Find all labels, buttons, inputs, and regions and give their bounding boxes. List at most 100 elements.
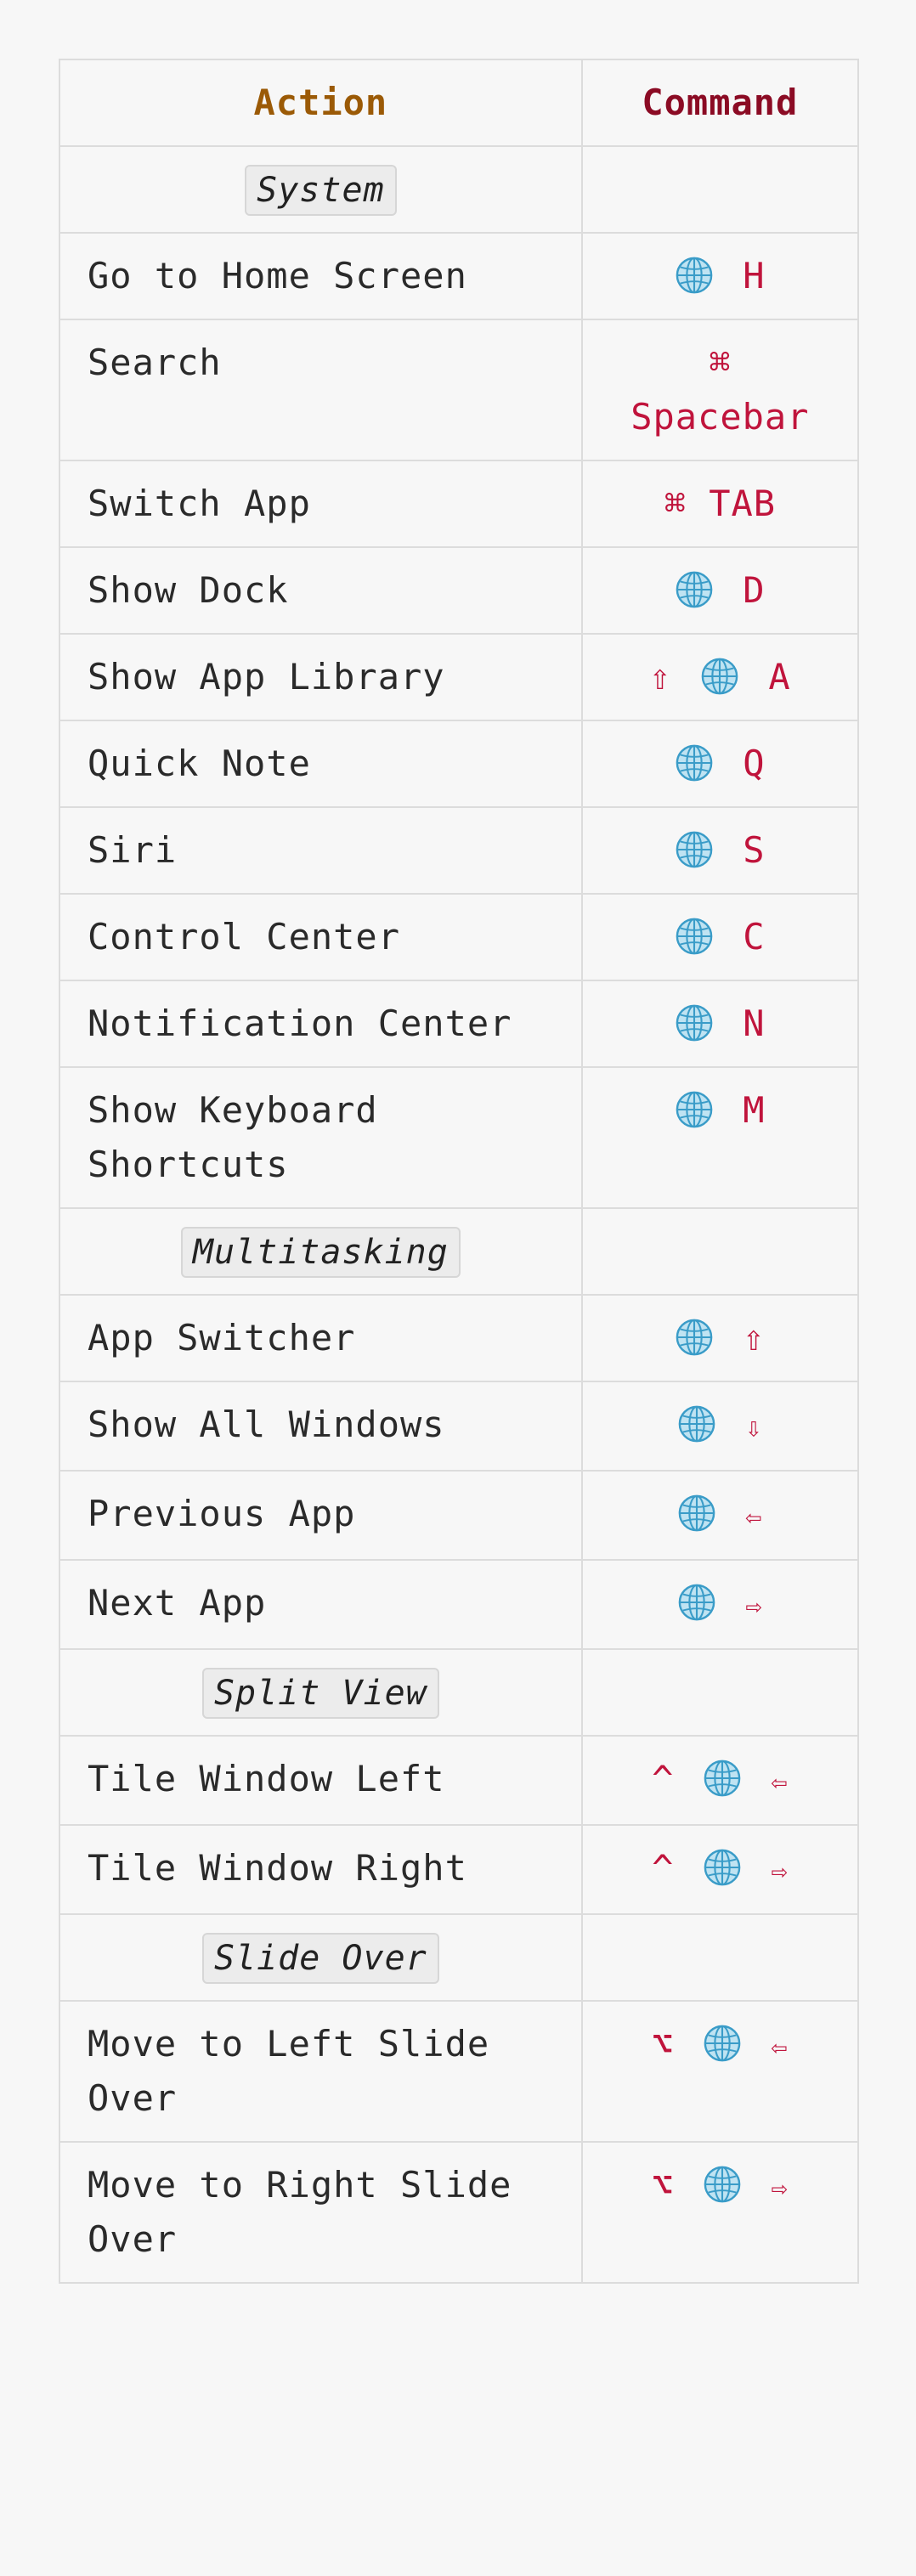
key-label: N — [743, 1003, 766, 1044]
table-row: Siri S — [60, 808, 859, 895]
action-cell: Go to Home Screen — [60, 234, 583, 319]
action-cell: Show App Library — [60, 635, 583, 720]
action-cell: Show Keyboard Shortcuts — [60, 1068, 583, 1207]
table-row: Show Keyboard Shortcuts M — [60, 1068, 859, 1209]
key-label: ^ — [652, 1847, 675, 1889]
command-cell: ⇧ — [583, 1296, 859, 1381]
globe-icon — [675, 1318, 714, 1357]
globe-icon — [675, 830, 714, 869]
table-header-row: Action Command — [60, 60, 859, 147]
section-row: Slide Over — [60, 1915, 859, 2002]
command-cell: Q — [583, 721, 859, 806]
command-cell: ⌘ TAB — [583, 461, 859, 546]
table-row: Switch App ⌘ TAB — [60, 461, 859, 548]
command-cell: C — [583, 895, 859, 980]
table-row: Quick Note Q — [60, 721, 859, 808]
action-cell: Move to Left Slide Over — [60, 2002, 583, 2141]
globe-icon — [675, 1003, 714, 1042]
table-row: Next App ⇨ — [60, 1561, 859, 1650]
command-cell: ⌘ Spacebar — [583, 320, 859, 460]
command-cell: S — [583, 808, 859, 893]
key-label: ⇨ — [771, 2172, 789, 2204]
table-row: Notification Center N — [60, 981, 859, 1068]
action-cell: Notification Center — [60, 981, 583, 1066]
command-cell: ^ ⇦ — [583, 1737, 859, 1824]
action-cell: Quick Note — [60, 721, 583, 806]
table-row: Previous App ⇦ — [60, 1472, 859, 1561]
action-cell: Tile Window Left — [60, 1737, 583, 1824]
key-label: H — [743, 255, 766, 297]
action-column-header: Action — [60, 60, 583, 145]
command-cell: ⇨ — [583, 1561, 859, 1648]
key-label: ⌥ — [652, 2023, 675, 2065]
command-cell: ⇩ — [583, 1382, 859, 1470]
section-label: Split View — [201, 1668, 439, 1719]
table-row: Show Dock D — [60, 548, 859, 635]
action-cell: Next App — [60, 1561, 583, 1648]
command-cell: N — [583, 981, 859, 1066]
globe-icon — [675, 570, 714, 609]
key-label: C — [743, 916, 766, 958]
key-label: ⌘ TAB — [664, 483, 777, 524]
key-label: S — [743, 829, 766, 871]
command-cell: D — [583, 548, 859, 633]
globe-icon — [675, 256, 714, 295]
section-row: System — [60, 147, 859, 234]
section-cell: Multitasking — [60, 1209, 583, 1294]
section-label: Multitasking — [180, 1227, 461, 1278]
section-row: Split View — [60, 1650, 859, 1737]
section-command-cell — [583, 1650, 859, 1735]
key-label: ⇦ — [771, 2031, 789, 2063]
globe-icon — [677, 1404, 716, 1443]
action-cell: Move to Right Slide Over — [60, 2143, 583, 2282]
key-label: ^ — [652, 1758, 675, 1799]
globe-icon — [675, 917, 714, 956]
globe-icon — [700, 657, 739, 696]
action-cell: Show All Windows — [60, 1382, 583, 1470]
globe-icon — [675, 743, 714, 782]
action-cell: Tile Window Right — [60, 1826, 583, 1913]
key-label: Spacebar — [630, 396, 810, 438]
command-cell: ⇧ A — [583, 635, 859, 720]
key-label: ⇦ — [745, 1500, 763, 1533]
section-label: Slide Over — [201, 1933, 439, 1984]
key-label: ⇦ — [771, 1765, 789, 1798]
section-command-cell — [583, 147, 859, 232]
table-row: Move to Left Slide Over ⌥ ⇦ — [60, 2002, 859, 2143]
section-label: System — [245, 165, 397, 216]
globe-icon — [677, 1583, 716, 1622]
section-row: Multitasking — [60, 1209, 859, 1296]
command-cell: M — [583, 1068, 859, 1207]
section-command-cell — [583, 1209, 859, 1294]
table-row: Move to Right Slide Over ⌥ ⇨ — [60, 2143, 859, 2284]
globe-icon — [703, 1759, 742, 1798]
section-cell: Split View — [60, 1650, 583, 1735]
table-row: Go to Home Screen H — [60, 234, 859, 320]
table-row: App Switcher ⇧ — [60, 1296, 859, 1382]
action-cell: Control Center — [60, 895, 583, 980]
section-cell: System — [60, 147, 583, 232]
action-cell: Switch App — [60, 461, 583, 546]
table-row: Show App Library ⇧ A — [60, 635, 859, 721]
key-label: A — [768, 656, 791, 698]
command-column-header: Command — [583, 60, 859, 145]
action-cell: Siri — [60, 808, 583, 893]
key-label: M — [743, 1089, 766, 1131]
key-label: ⇧ — [649, 656, 672, 698]
table-row: Search ⌘ Spacebar — [60, 320, 859, 461]
section-command-cell — [583, 1915, 859, 2000]
globe-icon — [703, 2165, 742, 2204]
globe-icon — [703, 2024, 742, 2063]
command-cell: ^ ⇨ — [583, 1826, 859, 1913]
table-row: Tile Window Left ^ ⇦ — [60, 1737, 859, 1826]
key-label: ⌥ — [652, 2164, 675, 2206]
table-body: System Go to Home Screen H Search ⌘ Spacebar S… — [60, 147, 859, 2284]
globe-icon — [675, 1090, 714, 1129]
table-row: Tile Window Right ^ ⇨ — [60, 1826, 859, 1915]
command-cell: ⌥ ⇨ — [583, 2143, 859, 2282]
table-row: Control Center C — [60, 895, 859, 981]
key-label: ⇨ — [745, 1590, 763, 1622]
shortcuts-table: Action Command System Go to Home Screen H S… — [59, 59, 859, 2284]
action-cell: Search — [60, 320, 583, 460]
key-label: ⌘ — [709, 342, 732, 383]
